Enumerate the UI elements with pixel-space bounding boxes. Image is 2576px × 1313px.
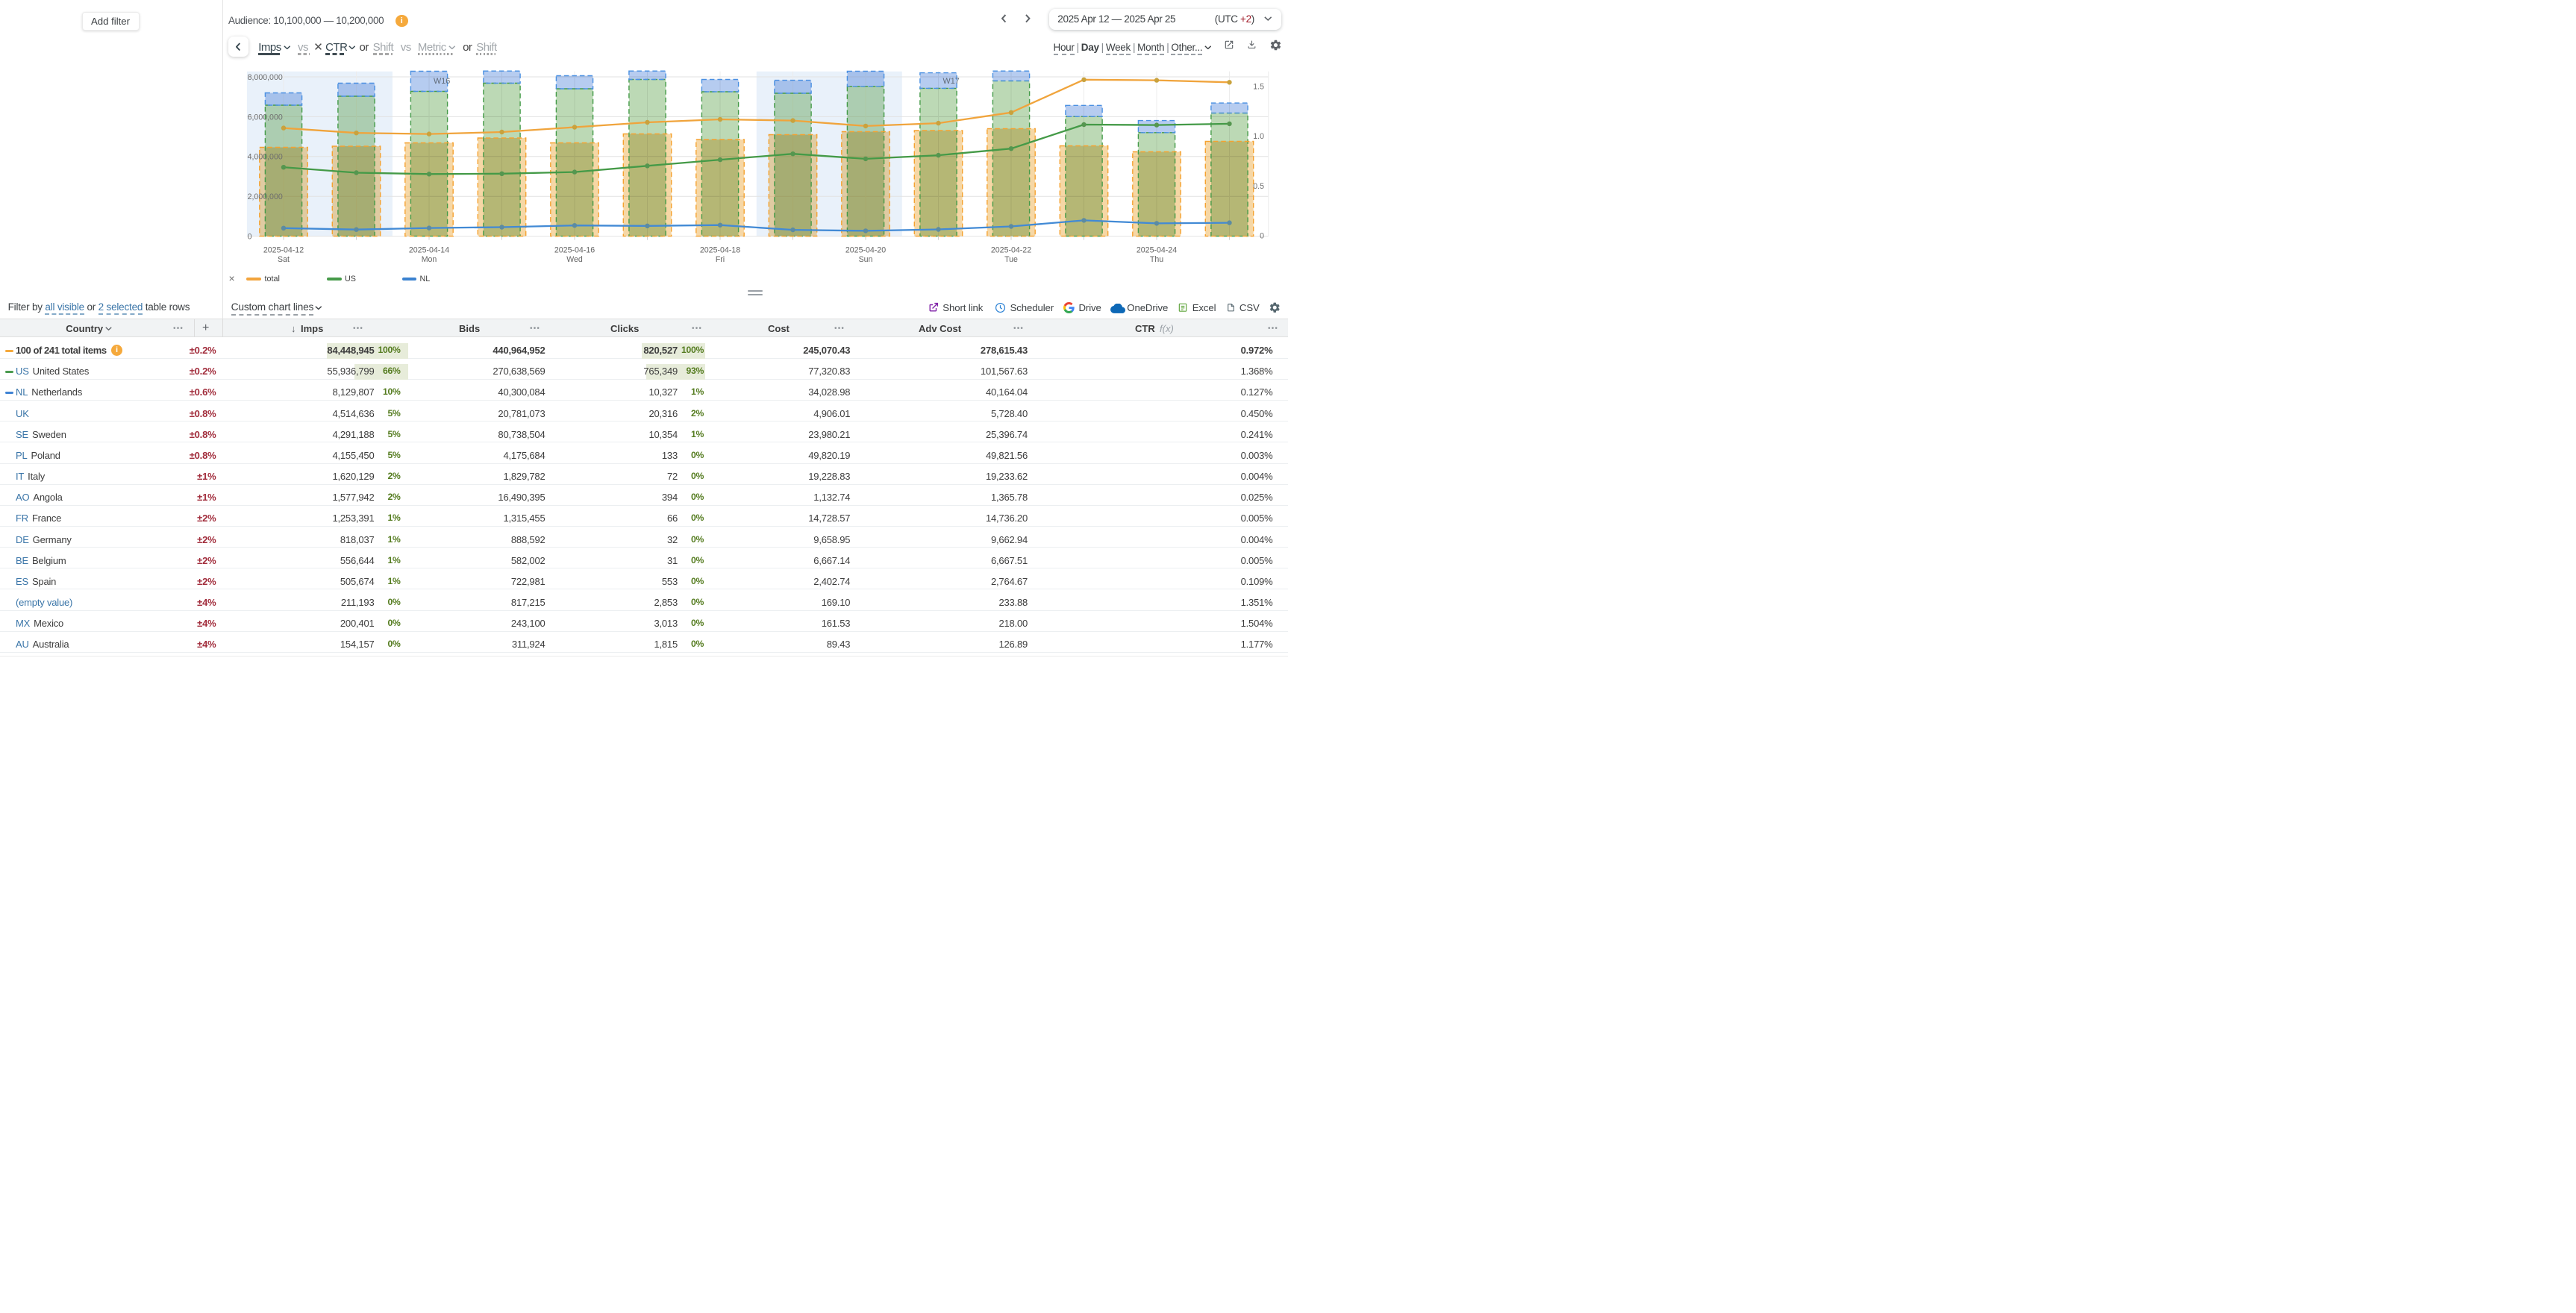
svg-text:2025-04-12: 2025-04-12 — [263, 246, 304, 255]
svg-text:Fri: Fri — [716, 255, 725, 264]
svg-text:Wed: Wed — [566, 255, 583, 264]
svg-text:W17: W17 — [943, 77, 960, 86]
svg-text:6,000,000: 6,000,000 — [248, 113, 283, 122]
svg-text:Mon: Mon — [422, 255, 437, 264]
svg-text:2,000,000: 2,000,000 — [248, 192, 283, 201]
svg-text:Sun: Sun — [859, 255, 873, 264]
svg-text:2025-04-20: 2025-04-20 — [845, 246, 886, 255]
svg-text:8,000,000: 8,000,000 — [248, 73, 283, 82]
svg-text:2025-04-16: 2025-04-16 — [554, 246, 595, 255]
svg-text:Tue: Tue — [1004, 255, 1018, 264]
svg-text:1.5: 1.5 — [1253, 83, 1264, 92]
svg-text:0: 0 — [1260, 232, 1264, 241]
svg-text:2025-04-14: 2025-04-14 — [409, 246, 449, 255]
svg-text:2025-04-22: 2025-04-22 — [991, 246, 1031, 255]
svg-text:0: 0 — [248, 233, 252, 242]
svg-text:2025-04-18: 2025-04-18 — [700, 246, 740, 255]
svg-text:Sat: Sat — [278, 255, 290, 264]
svg-text:0.5: 0.5 — [1253, 182, 1264, 191]
svg-text:4,000,000: 4,000,000 — [248, 153, 283, 162]
svg-text:Thu: Thu — [1150, 255, 1163, 264]
svg-text:1.0: 1.0 — [1253, 132, 1264, 141]
svg-text:W16: W16 — [434, 77, 450, 86]
svg-text:2025-04-24: 2025-04-24 — [1137, 246, 1177, 255]
